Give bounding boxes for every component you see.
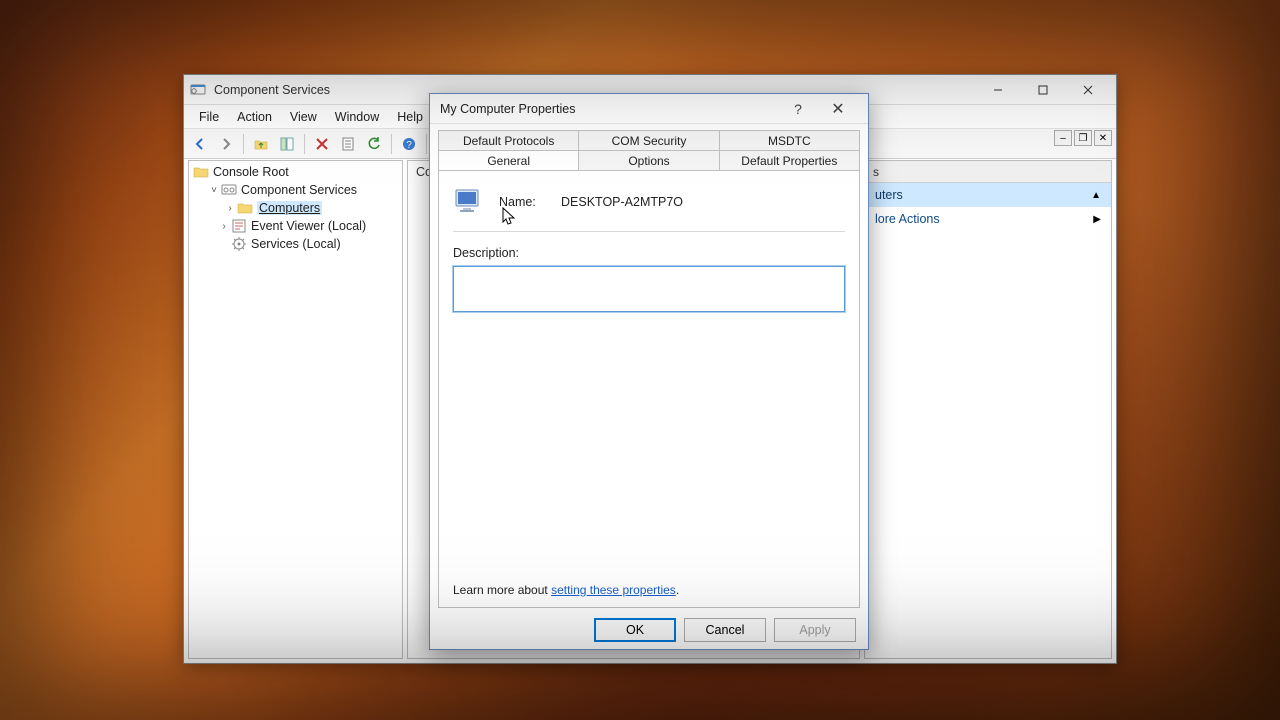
my-computer-properties-dialog: My Computer Properties ? ✕ Default Proto… xyxy=(429,93,869,650)
tree-services[interactable]: Services (Local) xyxy=(189,235,402,253)
app-icon xyxy=(190,82,206,98)
tab-options[interactable]: Options xyxy=(579,150,719,170)
tab-com-security[interactable]: COM Security xyxy=(579,130,719,150)
close-button[interactable] xyxy=(1065,76,1110,104)
description-label: Description: xyxy=(453,246,845,260)
tab-msdtc[interactable]: MSDTC xyxy=(720,130,860,150)
description-input[interactable] xyxy=(453,266,845,312)
tree-computers[interactable]: › Computers xyxy=(189,199,402,217)
tree-console-root[interactable]: Console Root xyxy=(189,163,402,181)
name-label: Name: xyxy=(499,195,549,209)
menu-file[interactable]: File xyxy=(190,108,228,126)
svg-text:?: ? xyxy=(406,140,412,151)
actions-more[interactable]: lore Actions ▶ xyxy=(865,207,1111,231)
tab-page-general: Name: DESKTOP-A2MTP7O Description: Learn… xyxy=(438,170,860,608)
close-button[interactable]: ✕ xyxy=(818,95,858,123)
divider xyxy=(453,231,845,232)
actions-header: s xyxy=(865,161,1111,183)
maximize-button[interactable] xyxy=(1020,76,1065,104)
tab-default-protocols[interactable]: Default Protocols xyxy=(438,130,579,150)
computer-icon xyxy=(453,185,487,219)
mdi-minimize[interactable]: ‒ xyxy=(1054,130,1072,146)
services-icon xyxy=(231,236,247,252)
learn-more: Learn more about setting these propertie… xyxy=(453,583,679,597)
expand-icon[interactable]: › xyxy=(217,221,231,232)
menu-help[interactable]: Help xyxy=(388,108,432,126)
mdi-controls: ‒ ❐ ✕ xyxy=(1054,130,1112,146)
learn-prefix: Learn more about xyxy=(453,583,551,597)
tab-general[interactable]: General xyxy=(438,150,579,170)
tree-event-viewer[interactable]: › Event Viewer (Local) xyxy=(189,217,402,235)
folder-icon xyxy=(237,200,253,216)
actions-pane: s uters ▲ lore Actions ▶ xyxy=(864,160,1112,659)
apply-button: Apply xyxy=(774,618,856,642)
minimize-button[interactable] xyxy=(975,76,1020,104)
actions-label: lore Actions xyxy=(875,212,940,226)
properties-button[interactable] xyxy=(336,132,360,156)
expand-icon[interactable]: › xyxy=(223,203,237,214)
help-button[interactable]: ? xyxy=(778,95,818,123)
menu-view[interactable]: View xyxy=(281,108,326,126)
component-services-icon xyxy=(221,182,237,198)
up-button[interactable] xyxy=(249,132,273,156)
menu-window[interactable]: Window xyxy=(326,108,388,126)
menu-action[interactable]: Action xyxy=(228,108,281,126)
mdi-restore[interactable]: ❐ xyxy=(1074,130,1092,146)
tree-component-services[interactable]: ˅ Component Services xyxy=(189,181,402,199)
dialog-title: My Computer Properties xyxy=(440,102,575,116)
learn-link[interactable]: setting these properties xyxy=(551,583,676,597)
actions-label: uters xyxy=(875,188,903,202)
tab-default-properties[interactable]: Default Properties xyxy=(720,150,860,170)
tree-label: Computers xyxy=(257,201,322,215)
show-hide-tree-button[interactable] xyxy=(275,132,299,156)
tabs: Default Protocols COM Security MSDTC Gen… xyxy=(430,124,868,170)
forward-button[interactable] xyxy=(214,132,238,156)
tree-label: Services (Local) xyxy=(251,237,341,251)
back-button[interactable] xyxy=(188,132,212,156)
dialog-titlebar[interactable]: My Computer Properties ? ✕ xyxy=(430,94,868,124)
chevron-right-icon: ▶ xyxy=(1093,214,1101,225)
computer-name-value: DESKTOP-A2MTP7O xyxy=(561,195,683,209)
cancel-button[interactable]: Cancel xyxy=(684,618,766,642)
folder-icon xyxy=(193,164,209,180)
tree-label: Console Root xyxy=(213,165,289,179)
mdi-close[interactable]: ✕ xyxy=(1094,130,1112,146)
refresh-button[interactable] xyxy=(362,132,386,156)
tree-label: Component Services xyxy=(241,183,357,197)
tree-pane: Console Root ˅ Component Services › Comp… xyxy=(188,160,403,659)
delete-button[interactable] xyxy=(310,132,334,156)
tree-label: Event Viewer (Local) xyxy=(251,219,366,233)
collapse-icon[interactable]: ˅ xyxy=(207,185,221,196)
chevron-up-icon: ▲ xyxy=(1091,190,1101,201)
event-viewer-icon xyxy=(231,218,247,234)
actions-computers[interactable]: uters ▲ xyxy=(865,183,1111,207)
ok-button[interactable]: OK xyxy=(594,618,676,642)
help-button[interactable]: ? xyxy=(397,132,421,156)
